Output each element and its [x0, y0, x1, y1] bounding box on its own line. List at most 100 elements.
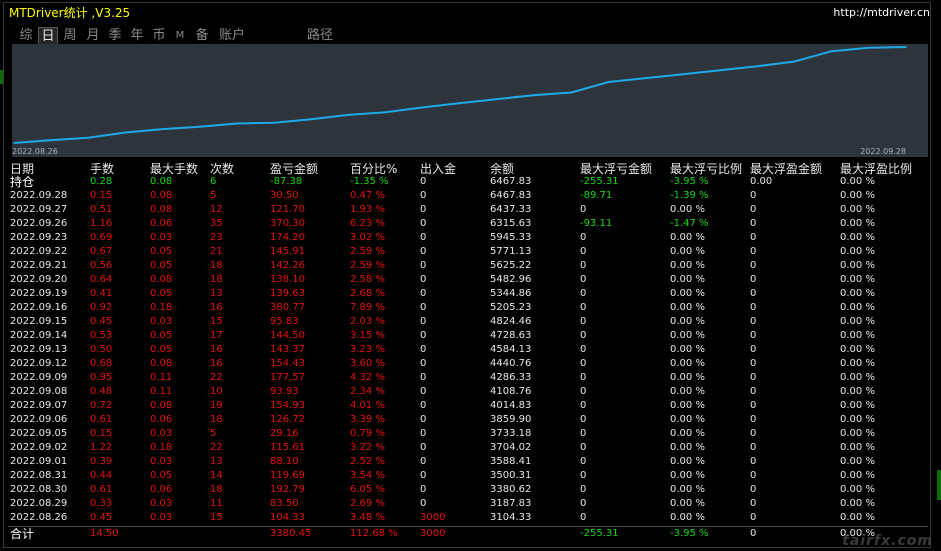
cell-count: 15 [210, 512, 223, 523]
table-row[interactable]: 2022.09.06 0.61 0.06 18 126.72 3.39 % 0 3859.90… [0, 413, 930, 427]
table-row[interactable]: 2022.09.07 0.72 0.08 19 154.93 4.01 % 0 4014.83… [0, 399, 930, 413]
cell-max-lots: 0.06 [150, 484, 173, 495]
cell-date: 2022.09.02 [10, 442, 68, 453]
table-row[interactable]: 2022.09.26 1.16 0.06 35 370.30 6.23 % 0 6315.63… [0, 217, 930, 231]
cell-percent: 3.54 % [350, 470, 385, 481]
cell-max-float-profit: 0 [750, 232, 757, 243]
cell-lots: 0.45 [90, 316, 113, 327]
table-row[interactable]: 2022.09.12 0.68 0.08 16 154.43 3.60 % 0 4440.76… [0, 357, 930, 371]
cell-date: 2022.09.21 [10, 260, 68, 271]
cell-max-float-loss-pct: 0.00 % [670, 274, 705, 285]
balance-point [682, 73, 684, 76]
cell-count: 13 [210, 456, 223, 467]
cell-max-float-profit: 0 [750, 372, 757, 383]
cell-max-float-profit: 0 [750, 442, 757, 453]
cell-max-float-loss: 0 [580, 288, 587, 299]
cell-balance: 5771.13 [490, 246, 532, 257]
table-row[interactable]: 2022.09.13 0.50 0.05 16 143.37 3.23 % 0 4584.13… [0, 343, 930, 357]
tab-currency[interactable]: 币 [150, 27, 168, 44]
table-row[interactable]: 2022.08.31 0.44 0.05 14 119.69 3.54 % 0 3500.31… [0, 469, 930, 483]
tab-quarterly[interactable]: 季 [106, 27, 124, 44]
table-row[interactable]: 2022.08.30 0.61 0.06 18 192.79 6.05 % 0 3380.62… [0, 483, 930, 497]
tab-yearly[interactable]: 年 [128, 27, 146, 44]
total-row[interactable]: 合计 14.50 3380.45 112.68 % 3000 -255.31 -3.95 %… [0, 527, 930, 541]
table-row[interactable]: 2022.09.21 0.56 0.05 18 142.26 2.59 % 0 5625.22… [0, 259, 930, 273]
cell-percent: 3.23 % [350, 344, 385, 355]
cell-date: 2022.08.29 [10, 498, 68, 509]
cell-percent: 4.32 % [350, 372, 385, 383]
tab-path[interactable]: 路径 [305, 27, 335, 44]
cell-deposit: 0 [420, 386, 427, 397]
balance-point [496, 98, 499, 100]
col-header-pnl: 盈亏金额 [270, 162, 319, 176]
cell-max-float-loss: 0 [580, 372, 587, 383]
right-edge-marker [937, 470, 941, 500]
table-row[interactable]: 2022.09.27 0.51 0.08 12 121.70 1.93 % 0 6437.33… [0, 203, 930, 217]
table-row[interactable]: 2022.08.29 0.33 0.03 11 83.50 2.69 % 0 3187.83 0… [0, 497, 930, 511]
cell-pnl: 3380.45 [270, 528, 312, 539]
cell-balance: 5205.23 [490, 302, 532, 313]
cell-count: 5 [210, 190, 217, 201]
cell-percent: 112.68 % [350, 528, 398, 539]
cell-deposit: 0 [420, 204, 427, 215]
cell-max-lots: 0.11 [150, 372, 173, 383]
table-row[interactable]: 2022.09.15 0.45 0.03 15 95.83 2.03 % 0 4824.46 0… [0, 315, 930, 329]
cell-max-float-profit: 0 [750, 344, 757, 355]
tab-notes[interactable]: 备 [193, 27, 211, 44]
table-row[interactable]: 2022.08.26 0.45 0.03 15 104.33 3.48 % 3000 3104… [0, 511, 930, 525]
tab-weekly[interactable]: 周 [61, 27, 79, 44]
tab-monthly[interactable]: 月 [84, 27, 102, 44]
website-link[interactable]: http://mtdriver.cn [833, 6, 930, 20]
cell-count: 16 [210, 344, 223, 355]
cell-date: 2022.09.16 [10, 302, 68, 313]
table-row[interactable]: 2022.09.14 0.53 0.05 17 144.50 3.15 % 0 4728.63… [0, 329, 930, 343]
cell-count: 18 [210, 484, 223, 495]
table-row[interactable]: 2022.09.01 0.39 0.03 13 88.10 2.52 % 0 3588.41 0… [0, 455, 930, 469]
cell-date: 2022.09.22 [10, 246, 68, 257]
cell-count: 6 [210, 176, 217, 187]
table-row[interactable]: 2022.09.28 0.15 0.08 5 30.50 0.47 % 0 6467.83 -8… [0, 189, 930, 203]
table-row[interactable]: 2022.09.02 1.22 0.18 22 115.61 3.22 % 0 3704.02… [0, 441, 930, 455]
tab-daily[interactable]: 日 [38, 27, 58, 44]
table-row[interactable]: 2022.09.22 0.67 0.05 21 145.91 2.59 % 0 5771.13… [0, 245, 930, 259]
cell-lots: 0.39 [90, 456, 113, 467]
table-row[interactable]: 2022.09.08 0.48 0.11 10 93.93 2.34 % 0 4108.76 0… [0, 385, 930, 399]
cell-max-float-profit-pct: 0.00 % [840, 190, 875, 201]
cell-balance: 5945.33 [490, 232, 532, 243]
cell-max-float-loss: 0 [580, 386, 587, 397]
holding-row[interactable]: 持仓 0.28 0.08 6 -87.38 -1.35 % 0 6467.83 -255.31 -… [0, 175, 930, 189]
cell-max-lots: 0.03 [150, 456, 173, 467]
cell-lots: 0.56 [90, 260, 113, 271]
table-row[interactable]: 2022.09.19 0.41 0.05 13 139.63 2.68 % 0 5344.86… [0, 287, 930, 301]
cell-max-float-profit: 0 [750, 246, 757, 257]
cell-pnl: 144.50 [270, 330, 305, 341]
cell-count: 10 [210, 386, 223, 397]
cell-percent: 2.03 % [350, 316, 385, 327]
tab-m[interactable]: M [172, 27, 188, 44]
cell-max-lots: 0.18 [150, 302, 173, 313]
tab-account[interactable]: 账户 [217, 27, 247, 44]
cell-balance: 4824.46 [490, 316, 532, 327]
cell-date: 2022.09.09 [10, 372, 68, 383]
col-header-max-float-loss: 最大浮亏金额 [580, 162, 653, 176]
table-row[interactable]: 2022.09.05 0.15 0.03 5 29.16 0.79 % 0 3733.18 0 0… [0, 427, 930, 441]
table-row[interactable]: 2022.09.23 0.69 0.03 23 174.20 3.02 % 0 5945.33… [0, 231, 930, 245]
table-row[interactable]: 2022.09.09 0.95 0.11 22 177.57 4.32 % 0 4286.33… [0, 371, 930, 385]
cell-max-float-profit-pct: 0.00 % [840, 302, 875, 313]
cell-date: 2022.09.05 [10, 428, 68, 439]
cell-balance: 4108.76 [490, 386, 532, 397]
tab-overview[interactable]: 综 [17, 27, 35, 44]
table-row[interactable]: 2022.09.16 0.92 0.18 16 380.77 7.89 % 0 5205.23… [0, 301, 930, 315]
watermark: tairfx.com [842, 533, 933, 549]
cell-balance: 3104.33 [490, 512, 532, 523]
cell-date: 2022.09.06 [10, 414, 68, 425]
cell-max-float-profit: 0 [750, 330, 757, 341]
cell-date: 2022.09.19 [10, 288, 68, 299]
cell-date: 2022.09.26 [10, 218, 68, 229]
cell-lots: 14.50 [90, 528, 119, 539]
cell-count: 21 [210, 246, 223, 257]
cell-lots: 0.48 [90, 386, 113, 397]
cell-date: 合计 [10, 527, 35, 541]
cell-deposit: 0 [420, 246, 427, 257]
table-row[interactable]: 2022.09.20 0.64 0.08 18 138.10 2.58 % 0 5482.96… [0, 273, 930, 287]
